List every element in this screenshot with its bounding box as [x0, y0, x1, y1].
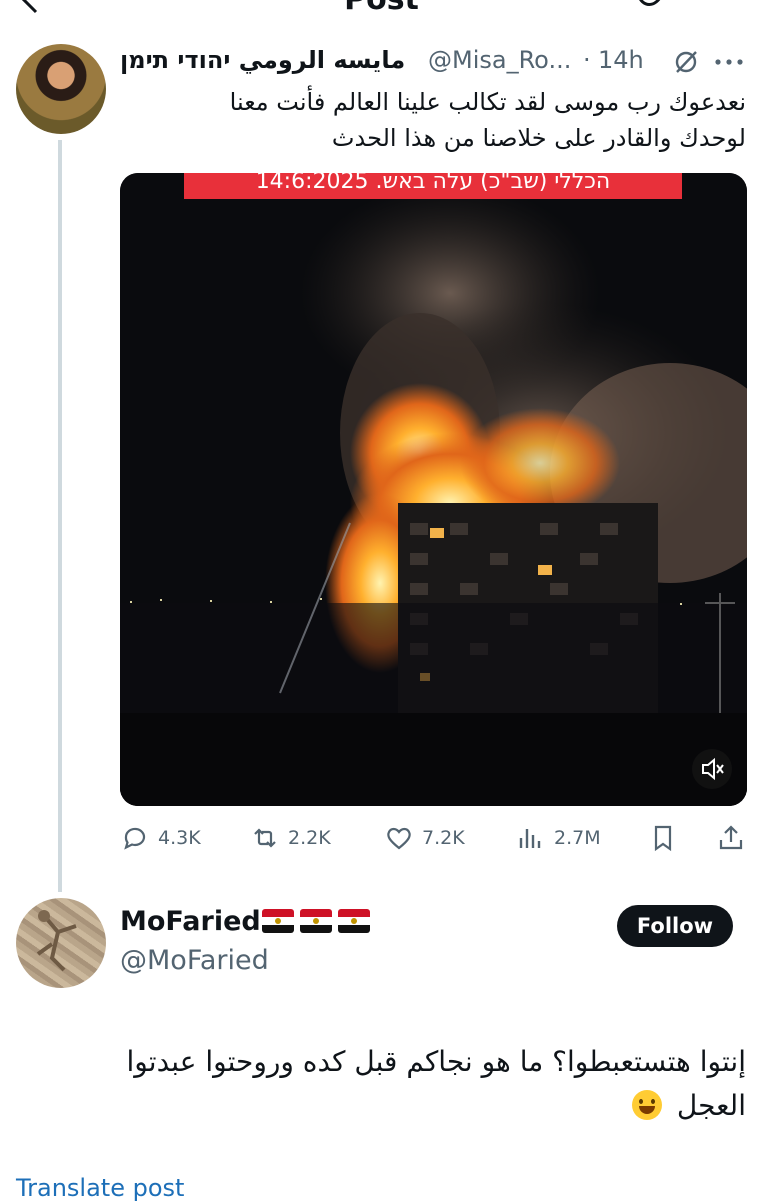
avatar[interactable]	[16, 898, 106, 988]
translate-post-link[interactable]: Translate post	[16, 1174, 184, 1202]
repost-button[interactable]: 2.2K	[250, 822, 331, 854]
bookmark-button[interactable]	[648, 822, 678, 854]
views-button[interactable]: 2.7M	[516, 822, 601, 854]
post-video[interactable]: הכללי (שב"כ) עלה באש. 14:6:2025	[120, 173, 747, 806]
bookmark-icon	[654, 825, 672, 852]
egypt-flag-icon	[300, 909, 332, 933]
post-text: نعدعوك رب موسى لقد تكالب علينا العالم فأ…	[118, 84, 746, 156]
hieroglyph-relief-image	[36, 910, 77, 972]
analytics-icon	[519, 829, 541, 848]
avatar[interactable]	[16, 44, 106, 134]
post-time[interactable]: 14h	[598, 46, 644, 74]
repost-count: 2.2K	[288, 827, 331, 849]
separator-dot: ·	[583, 46, 591, 74]
heart-icon	[387, 827, 411, 850]
egypt-flag-icon	[338, 909, 370, 933]
like-button[interactable]: 7.2K	[384, 822, 465, 854]
view-count: 2.7M	[554, 827, 601, 849]
post-text-line: نعدعوك رب موسى لقد تكالب علينا العالم فأ…	[229, 88, 746, 116]
post-text: إنتوا هتستعبطوا؟ ما هو نجاكم قبل كده ورو…	[20, 1040, 746, 1128]
follow-button[interactable]: Follow	[617, 905, 733, 947]
grok-reply-icon[interactable]	[632, 0, 672, 12]
post-text-word: العجل	[676, 1089, 746, 1122]
share-icon	[719, 825, 743, 850]
mute-button[interactable]	[692, 749, 732, 789]
author-handle[interactable]: @MoFaried	[120, 945, 269, 976]
post-text-line: لوحدك والقادر على خلاصنا من هذا الحدث	[331, 124, 746, 152]
video-frame	[120, 173, 747, 806]
egypt-flag-icon	[262, 909, 294, 933]
author-handle[interactable]: @Misa_Ro...	[428, 46, 571, 74]
grinning-face-icon	[631, 1090, 662, 1120]
reply-icon	[124, 827, 146, 850]
reply-count: 4.3K	[158, 827, 201, 849]
flag-emojis	[262, 909, 370, 933]
repost-icon	[254, 828, 276, 848]
speaker-muted-icon	[702, 757, 724, 781]
author-name[interactable]: مايسه الرومي יהודי תימן	[120, 46, 405, 74]
share-button[interactable]	[716, 822, 746, 854]
author-name[interactable]: MoFaried	[120, 906, 261, 937]
thread-connector-line	[58, 140, 62, 892]
like-count: 7.2K	[422, 827, 465, 849]
post-text-line: العجل	[20, 1084, 746, 1128]
grok-icon[interactable]	[672, 48, 700, 76]
news-banner: הכללי (שב"כ) עלה באש. 14:6:2025	[184, 173, 682, 199]
more-options-icon[interactable]	[712, 50, 746, 74]
reply-button[interactable]: 4.3K	[120, 822, 201, 854]
post-text-line: إنتوا هتستعبطوا؟ ما هو نجاكم قبل كده ورو…	[126, 1045, 746, 1078]
